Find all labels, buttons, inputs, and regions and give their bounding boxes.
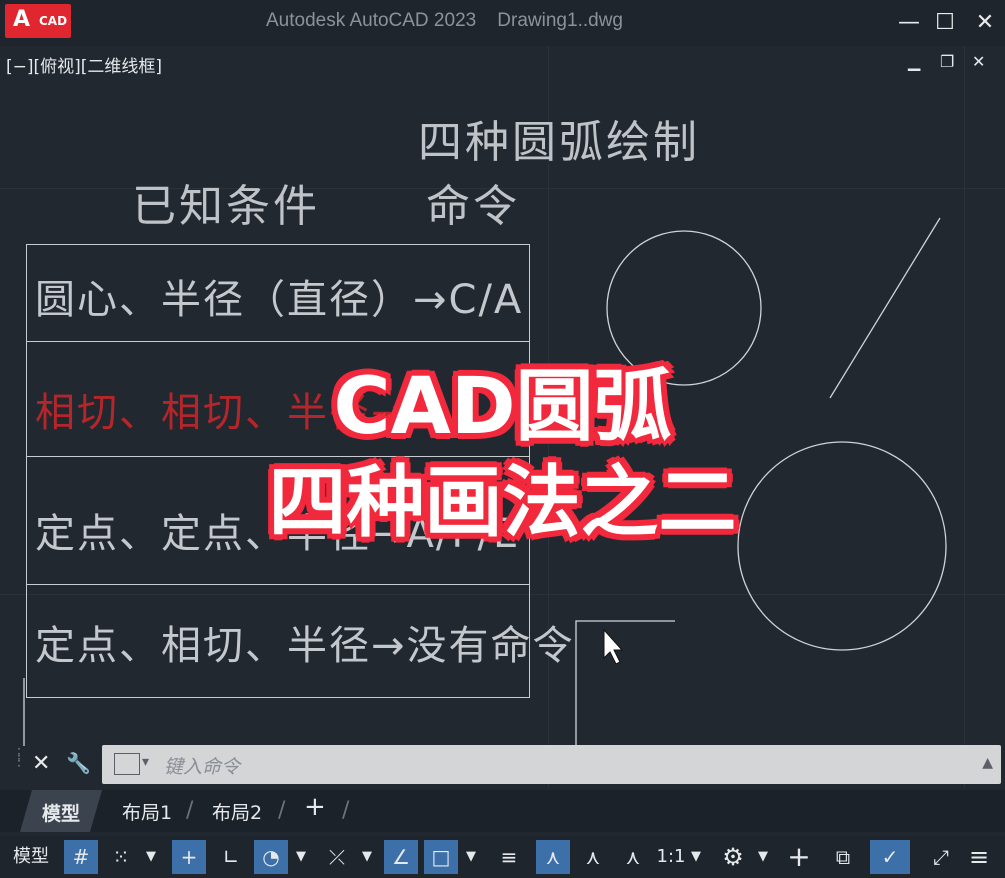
close-button[interactable]: ✕	[970, 8, 1000, 38]
quick-properties-icon[interactable]: ✓	[870, 840, 910, 874]
add-layout-button[interactable]: +	[304, 792, 326, 822]
tab-separator: /	[186, 798, 194, 823]
layout-tabs: 模型 布局1 / 布局2 / + /	[0, 790, 1005, 832]
snap-grid-icon[interactable]: ⁙	[104, 840, 138, 874]
command-placeholder: 键入命令	[164, 756, 241, 778]
command-line: ⋮ ⋮ ✕ 🔧 ▾ 键入命令 ▲	[8, 745, 1001, 785]
window-title: Autodesk AutoCAD 2023 Drawing1..dwg	[266, 10, 623, 31]
minimize-icon: —	[898, 10, 920, 35]
logo-text: CAD	[39, 14, 68, 28]
fullscreen-icon[interactable]: ⤢	[924, 840, 958, 874]
object-snap-icon[interactable]: □	[424, 840, 458, 874]
title-bar: A CAD Autodesk AutoCAD 2023 Drawing1..dw…	[0, 0, 1005, 46]
close-icon: ✕	[975, 10, 995, 35]
menu-icon[interactable]: ≡	[962, 840, 996, 874]
tab-separator: /	[278, 798, 286, 823]
tab-model-label: 模型	[42, 803, 81, 825]
chevron-down-icon[interactable]: ▾	[142, 754, 149, 770]
isometric-icon[interactable]: ⤫	[320, 840, 354, 874]
maximize-icon: ☐	[935, 10, 955, 35]
annotation-scale-icon[interactable]: ⋏	[616, 840, 650, 874]
autocad-logo[interactable]: A CAD	[5, 4, 71, 38]
chevron-down-icon[interactable]: ▼	[356, 840, 378, 874]
annotation-visibility-icon[interactable]: ⋏	[536, 840, 570, 874]
command-input[interactable]: ▾ 键入命令 ▲	[102, 745, 1001, 784]
command-prompt-icon[interactable]	[114, 753, 140, 775]
drag-grip-icon[interactable]: ⋮ ⋮	[12, 747, 26, 779]
tab-model[interactable]: 模型	[20, 790, 102, 832]
maximize-button[interactable]: ☐	[930, 8, 960, 38]
drawing-viewport[interactable]: [−][俯视][二维线框] ▁ ❐ ✕ 四种圆弧绘制 已知条件 命令 圆心、半径…	[0, 46, 1005, 788]
isolate-objects-icon[interactable]: ⧉	[826, 840, 860, 874]
tab-layout2[interactable]: 布局2	[212, 798, 262, 825]
mouse-cursor-icon	[603, 628, 624, 665]
tab-separator: /	[342, 798, 350, 823]
tab-layout1[interactable]: 布局1	[122, 798, 172, 825]
model-space-button[interactable]: 模型	[4, 840, 58, 874]
status-bar: 模型 # ⁙ ▼ + ∟ ◔ ▼ ⤫ ▼ ∠ □ ▼ ≡ ⋏ ⋏ ⋏ 1:1 ▼…	[0, 836, 1005, 878]
grid-toggle-icon[interactable]: #	[64, 840, 98, 874]
gear-icon[interactable]: ⚙	[716, 840, 750, 874]
minimize-button[interactable]: —	[894, 8, 924, 38]
wrench-icon[interactable]: 🔧	[66, 751, 91, 775]
object-snap-tracking-icon[interactable]: ∠	[384, 840, 418, 874]
chevron-down-icon[interactable]: ▼	[752, 840, 774, 874]
ortho-mode-icon[interactable]: ∟	[214, 840, 248, 874]
lineweight-icon[interactable]: ≡	[492, 840, 526, 874]
auto-scale-icon[interactable]: ⋏	[576, 840, 610, 874]
chevron-up-icon[interactable]: ▲	[982, 755, 993, 771]
chevron-down-icon[interactable]: ▼	[140, 840, 162, 874]
chevron-down-icon[interactable]: ▼	[460, 840, 482, 874]
overlay-title-line2: 四种画法之二	[268, 458, 737, 548]
close-command-icon[interactable]: ✕	[32, 751, 50, 776]
plus-icon[interactable]: +	[782, 840, 816, 874]
chevron-down-icon[interactable]: ▼	[686, 840, 706, 874]
corner-lines	[575, 620, 675, 746]
scale-value[interactable]: 1:1	[656, 840, 686, 874]
logo-letter: A	[13, 7, 31, 32]
dynamic-input-icon[interactable]: +	[172, 840, 206, 874]
chevron-down-icon[interactable]: ▼	[290, 840, 312, 874]
polar-tracking-icon[interactable]: ◔	[254, 840, 288, 874]
